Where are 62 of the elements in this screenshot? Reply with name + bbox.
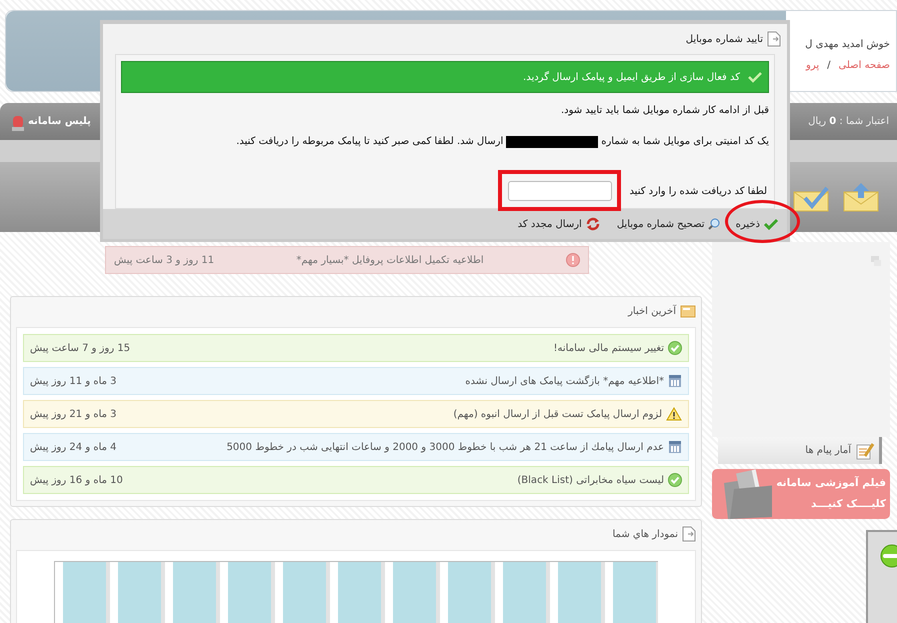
chart-bar <box>283 562 326 623</box>
banner-text: فیلم آموزشی سامانه <box>776 475 886 491</box>
check-circle-icon <box>668 473 682 487</box>
code-input[interactable] <box>508 181 612 201</box>
checkmark-icon <box>763 217 779 231</box>
intro-text: قبل از ادامه کار شماره موبایل شما باید تایید شود. <box>560 104 769 118</box>
chart-bar <box>393 562 436 623</box>
success-text: کد فعال سازی از طریق ایمیل و پیامک ارسال گردید. <box>523 70 740 84</box>
welcome-text: خوش امدید مهدی ل <box>804 38 890 52</box>
notepad-pencil-icon <box>855 442 875 460</box>
dialog-button[interactable]: ارسال مجدد کد <box>518 216 601 232</box>
news-title: *اطلاعیه مهم* بازگشت پیامک های ارسال نشده <box>465 374 664 388</box>
warning-icon <box>666 407 682 421</box>
document-icon <box>767 31 781 47</box>
chart-bar <box>173 562 216 623</box>
news-item[interactable]: *اطلاعیه مهم* بازگشت پیامک های ارسال نشده 3 ماه و 11 روز پیش <box>23 367 689 395</box>
news-item[interactable]: تغییر سیستم مالی سامانه! 15 روز و 7 ساعت پیش <box>23 334 689 362</box>
sms-notice-text: یک کد امنیتی برای موبایل شما به شماره <box>601 135 769 149</box>
breadcrumb-separator: / <box>827 59 831 73</box>
refresh-arrows-icon <box>584 217 601 231</box>
stats-title: آمار پیام ها <box>805 443 851 458</box>
building-icon <box>668 440 682 454</box>
dialog-button[interactable]: ذخیره <box>736 216 779 232</box>
chart-bar <box>63 562 106 623</box>
chart-bar <box>558 562 601 623</box>
news-item[interactable]: عدم ارسال پیامك از ساعت 21 هر شب با خطوط 3000 و 2000 و ساعات انتهایی شب در خطوط 5000 4 ماه و 24 روز پیش <box>23 433 689 461</box>
news-title: تغییر سیستم مالی سامانه! <box>554 342 664 356</box>
round-button-icon <box>880 544 897 568</box>
chart-bar <box>448 562 491 623</box>
news-time: 10 ماه و 16 روز پیش <box>30 474 123 488</box>
banner-text: کلیــــک کنیـــد <box>810 497 886 512</box>
news-time: 4 ماه و 24 روز پیش <box>30 440 117 454</box>
news-item[interactable]: لیست سیاه مخابراتی (Black List) 10 ماه و 16 روز پیش <box>23 466 689 494</box>
sms-notice-text: ارسال شد. لطفا کمی صبر کنید تا پیامک مربوطه را دریافت کنید. <box>236 135 504 149</box>
building-icon <box>668 374 682 388</box>
news-time: 15 روز و 7 ساعت پیش <box>30 342 130 356</box>
chart-bar <box>338 562 381 623</box>
newspaper-icon <box>680 304 696 318</box>
envelope-upload-icon <box>843 182 879 212</box>
news-time: 3 ماه و 21 روز پیش <box>30 408 117 422</box>
chart-bar <box>228 562 271 623</box>
panel-title: نمودار هاي شما <box>612 528 678 542</box>
chart-bar <box>118 562 161 623</box>
alert-time: 11 روز و 3 ساعت پیش <box>114 254 214 268</box>
news-title: لزوم ارسال پیامک تست قبل از ارسال انبوه (مهم) <box>453 408 662 422</box>
panel-title: آخرین اخبار <box>628 304 676 318</box>
chart-bar <box>503 562 546 623</box>
chart-bar <box>613 562 656 623</box>
dialog-button[interactable]: تصحیح شماره موبایل <box>616 216 720 232</box>
news-time: 3 ماه و 11 روز پیش <box>30 374 117 388</box>
document-icon <box>682 526 696 542</box>
alert-text: اطلاعیه تکمیل اطلاعات پروفایل *بسیار مهم* <box>295 254 485 268</box>
news-title: عدم ارسال پیامك از ساعت 21 هر شب با خطوط 3000 و 2000 و ساعات انتهایی شب در خطوط 5000 <box>226 440 664 454</box>
check-circle-icon <box>668 341 682 355</box>
checkmark-icon <box>748 71 762 83</box>
magnifier-icon <box>708 218 720 230</box>
news-item[interactable]: لزوم ارسال پیامک تست قبل از ارسال انبوه (مهم) 3 ماه و 21 روز پیش <box>23 400 689 428</box>
news-title: لیست سیاه مخابراتی (Black List) <box>517 474 664 488</box>
dialog-title: تایید شماره موبایل <box>686 32 763 46</box>
breadcrumb-link[interactable]: صفحه اصلی <box>838 58 890 73</box>
code-label: لطفا کد دریافت شده را وارد کنید <box>629 184 767 198</box>
exclamation-icon <box>566 253 580 267</box>
